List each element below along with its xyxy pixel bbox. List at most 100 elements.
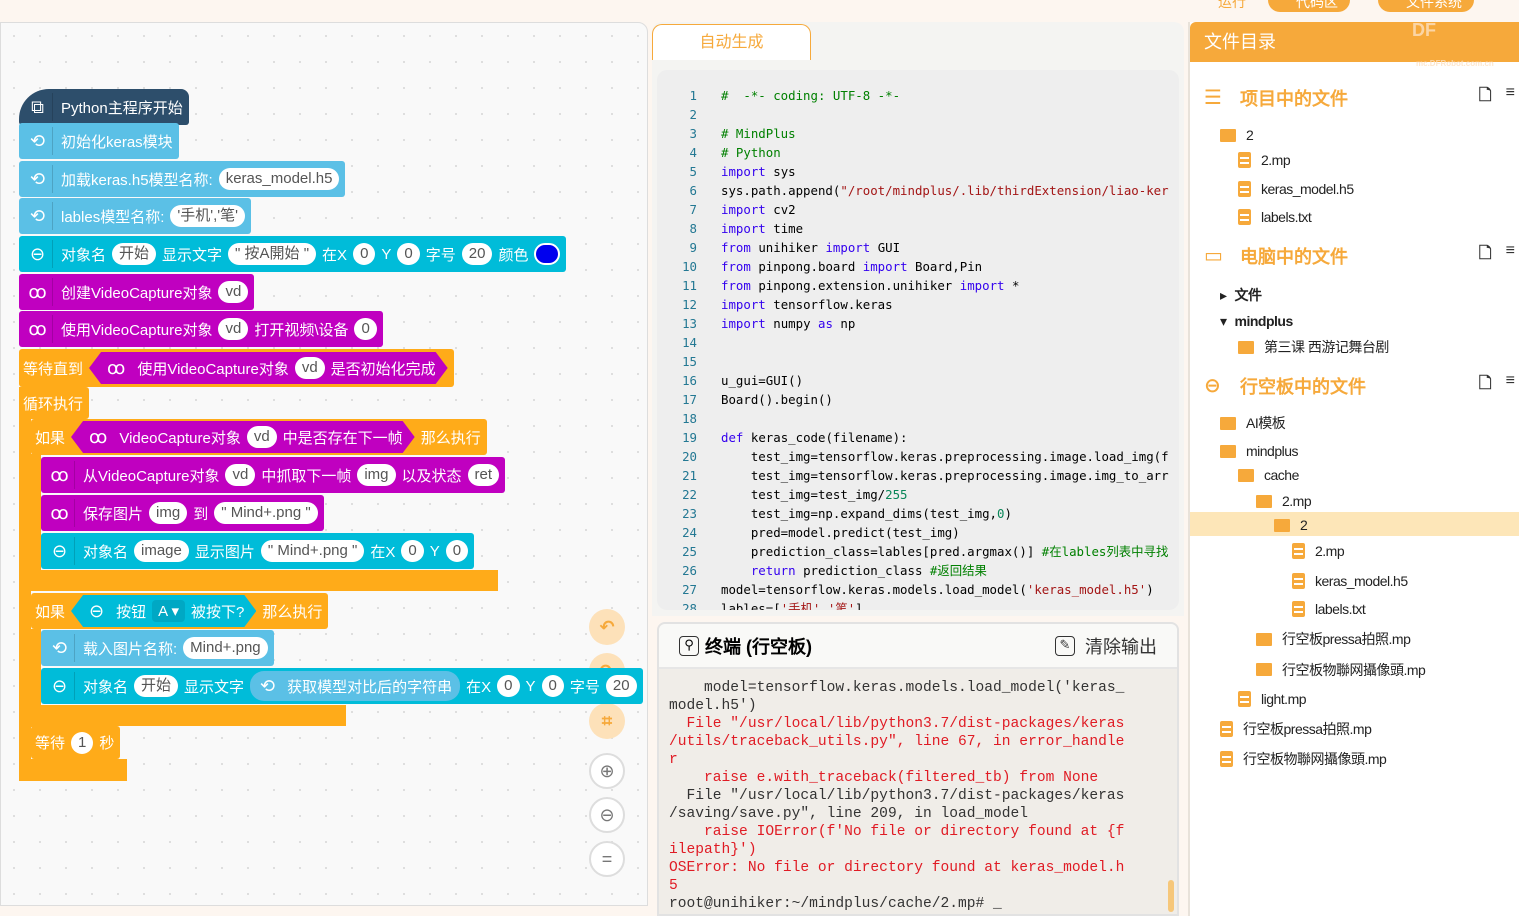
reporter-block[interactable]: ⟲ 获取模型对比后的字符串 [250, 671, 461, 701]
color-picker[interactable] [534, 243, 561, 265]
menu-icon[interactable]: ≡ [1506, 84, 1515, 111]
tree-item-label: 行空板物聯网攝像頭.mp [1282, 661, 1426, 678]
condition-block[interactable]: ꝏ 使用VideoCapture对象 vd 是否初始化完成 [89, 352, 448, 384]
block-input[interactable]: 20 [605, 675, 637, 697]
block-input[interactable]: 0 [541, 675, 564, 697]
broom-icon: ✎ [1055, 635, 1075, 656]
tree-item[interactable]: 2 [1274, 514, 1308, 536]
tree-item[interactable]: ▸ 文件 [1220, 284, 1262, 306]
block-input[interactable]: image [134, 540, 189, 562]
block-input[interactable]: img [357, 464, 396, 486]
tree-item[interactable]: light.mp [1238, 688, 1307, 710]
code-token: sys [773, 164, 796, 179]
tree-item[interactable]: 行空板物聯网攝像頭.mp [1220, 748, 1387, 770]
tree-item[interactable]: labels.txt [1238, 206, 1312, 228]
block-grab-frame[interactable]: ꝏ 从VideoCapture对象 vd 中抓取下一帧 img 以及状态 ret [41, 457, 506, 493]
block-input[interactable]: vd [247, 426, 277, 448]
block-open-video-device[interactable]: ꝏ 使用VideoCapture对象 vd 打开视频\设备 0 [19, 311, 383, 347]
block-forever-loop[interactable]: 循环执行 [19, 387, 90, 419]
new-file-icon[interactable]: 🗋 [1479, 84, 1492, 111]
code-text: pred=model.predict(test_img) [697, 523, 960, 542]
condition-block[interactable]: ⊖ 按钮 A ▾ 被按下? [71, 595, 256, 627]
block-display-image[interactable]: ⊖ 对象名 image 显示图片 " Mind+.png " 在X 0 Y 0 [41, 533, 475, 569]
code-area-button[interactable]: 代码区 [1268, 0, 1350, 12]
block-input[interactable]: 0 [445, 540, 469, 562]
block-wait-seconds[interactable]: 等待 1 秒 [31, 726, 121, 759]
tree-item[interactable]: 行空板物聯网攝像頭.mp [1256, 659, 1426, 681]
button-dropdown[interactable]: A ▾ [152, 600, 185, 622]
terminal-output[interactable]: model=tensorflow.keras.models.load_model… [659, 669, 1177, 913]
block-create-videocapture[interactable]: ꝏ 创建VideoCapture对象 vd [19, 274, 255, 310]
block-init-keras[interactable]: ⟲ 初始化keras模块 [19, 123, 179, 159]
block-if-next-frame[interactable]: 如果 ꝏ VideoCapture对象 vd 中是否存在下一帧 那么执行 [31, 419, 487, 455]
menu-icon[interactable]: ≡ [1506, 242, 1515, 269]
tree-item[interactable]: 行空板pressa拍照.mp [1220, 718, 1372, 740]
block-input[interactable]: vd [225, 464, 256, 486]
tree-item[interactable]: labels.txt [1292, 598, 1366, 620]
tree-item[interactable]: 行空板pressa拍照.mp [1256, 628, 1411, 650]
tab-auto-generate[interactable]: 自动生成 [652, 24, 811, 60]
block-input[interactable]: " Mind+.png " [260, 540, 365, 562]
tree-item[interactable]: keras_model.h5 [1238, 178, 1354, 200]
block-input[interactable]: 开始 [134, 675, 179, 697]
tree-item[interactable]: ▾ mindplus [1220, 310, 1293, 332]
block-input[interactable]: 0 [353, 243, 376, 265]
block-label: 循环执行 [23, 395, 84, 413]
tree-item[interactable]: 2.mp [1238, 149, 1291, 171]
block-input[interactable]: 开始 [112, 243, 157, 265]
block-display-text[interactable]: ⊖ 对象名 开始 显示文字 " 按A開始 " 在X 0 Y 0 字号 20 颜色 [19, 236, 567, 272]
block-load-keras-model[interactable]: ⟲ 加载keras.h5模型名称: keras_model.h5 [19, 161, 346, 197]
zoom-out-button[interactable]: ⊖ [589, 797, 625, 833]
block-workspace[interactable]: ↶ ↷ ⌗ ⊕ ⊖ = ⧉Python主程序开始⟲初始化keras模块⟲加载ke… [0, 22, 648, 906]
clear-output-button[interactable]: ✎ 清除输出 [1055, 633, 1157, 659]
block-labels-model[interactable]: ⟲ lables模型名称: '手机','笔' [19, 198, 251, 234]
block-save-image[interactable]: ꝏ 保存图片 img 到 " Mind+.png " [41, 495, 324, 531]
code-token: import [721, 202, 766, 217]
crop-button[interactable]: ⌗ [589, 703, 625, 739]
block-if-button-a[interactable]: 如果 ⊖ 按钮 A ▾ 被按下? 那么执行 [31, 593, 329, 629]
block-input[interactable]: 0 [401, 540, 424, 562]
block-input[interactable]: 0 [397, 243, 420, 265]
tree-item[interactable]: 2.mp [1256, 490, 1312, 512]
tree-item[interactable]: 2 [1220, 124, 1254, 146]
block-input[interactable]: 0 [497, 675, 520, 697]
block-input[interactable]: ret [467, 464, 500, 486]
terminal-scrollbar[interactable] [1168, 880, 1174, 912]
code-token: ) [1004, 506, 1012, 521]
block-load-image-name[interactable]: ⟲ 载入图片名称: Mind+.png [41, 630, 274, 666]
block-display-result-text[interactable]: ⊖ 对象名 开始 显示文字 ⟲ 获取模型对比后的字符串 在X 0 Y 0 字号 20 [41, 668, 643, 704]
block-input[interactable]: 20 [461, 243, 493, 265]
block-input[interactable]: 0 [354, 318, 377, 340]
block-wait-until[interactable]: 等待直到 ꝏ 使用VideoCapture对象 vd 是否初始化完成 [19, 349, 454, 387]
zoom-in-button[interactable]: ⊕ [589, 753, 625, 789]
undo-button[interactable]: ↶ [589, 609, 625, 645]
condition-block[interactable]: ꝏ VideoCapture对象 vd 中是否存在下一帧 [71, 421, 415, 453]
tree-item[interactable]: 2.mp [1292, 540, 1345, 562]
new-file-icon[interactable]: 🗋 [1479, 242, 1492, 269]
tree-item[interactable]: AI模板 [1220, 412, 1286, 434]
file-icon [1238, 152, 1251, 168]
block-input[interactable]: keras_model.h5 [218, 168, 340, 190]
block-input[interactable]: Mind+.png [183, 637, 268, 659]
block-label: 字号 [569, 678, 600, 696]
block-input[interactable]: 1 [71, 731, 94, 754]
tree-item[interactable]: mindplus [1220, 440, 1299, 462]
tree-item[interactable]: cache [1238, 464, 1299, 486]
line-number: 2 [689, 107, 697, 122]
block-python-main-start[interactable]: ⧉ Python主程序开始 [19, 89, 189, 125]
block-label: Y [381, 245, 392, 263]
block-input[interactable]: img [149, 502, 188, 524]
block-input[interactable]: vd [218, 318, 249, 340]
new-file-icon[interactable]: 🗋 [1479, 372, 1492, 399]
code-editor[interactable]: 1 # -*- coding: UTF-8 -*- 2 3 # MindPlus 4 # P… [657, 70, 1179, 610]
block-input[interactable]: vd [218, 281, 249, 303]
tree-item[interactable]: 第三课 西游记舞台剧 [1238, 336, 1389, 358]
reset-zoom-button[interactable]: = [589, 841, 625, 877]
block-input[interactable]: " 按A開始 " [228, 243, 317, 265]
block-input[interactable]: '手机','笔' [170, 205, 245, 227]
tree-item[interactable]: keras_model.h5 [1292, 570, 1408, 592]
menu-icon[interactable]: ≡ [1506, 372, 1515, 399]
block-input[interactable]: " Mind+.png " [214, 502, 318, 524]
block-input[interactable]: vd [295, 357, 325, 379]
run-button[interactable]: 运行 [1188, 0, 1258, 12]
